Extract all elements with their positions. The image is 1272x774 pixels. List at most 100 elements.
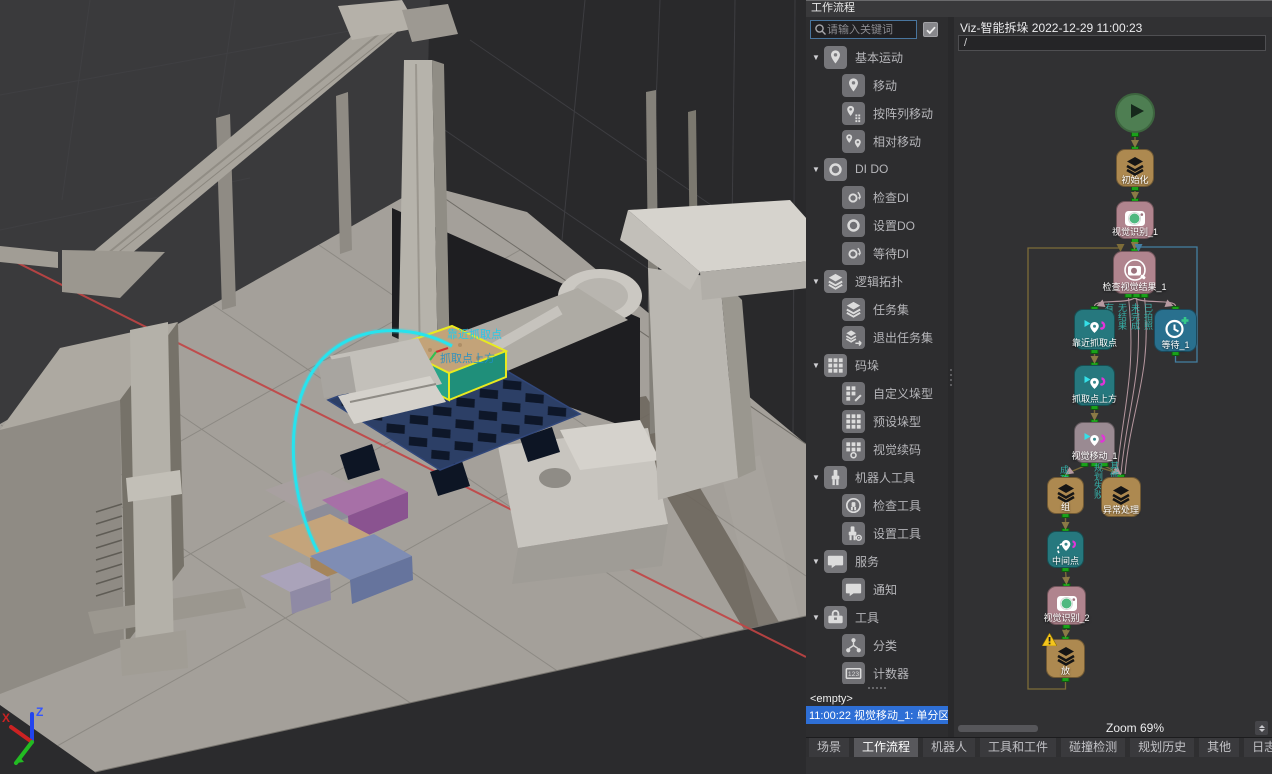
sidebar-group-6[interactable]: ▼ 工具: [806, 603, 948, 631]
sidebar-item-label: 等待DI: [873, 245, 909, 262]
workflow-canvas[interactable]: 有结果无结果未完成已拍照成功规划失败其他异常初始化视觉识别_1检查视觉结果_1靠…: [954, 51, 1272, 719]
sidebar-item-2-1[interactable]: 退出任务集: [806, 323, 948, 351]
node-vis2[interactable]: 视觉识别_2: [1047, 586, 1086, 625]
sidebar-item-6-0[interactable]: 分类: [806, 631, 948, 659]
node-near[interactable]: 靠近抓取点: [1074, 309, 1115, 350]
tab-0[interactable]: 场景: [809, 738, 849, 757]
sidebar-item-label: 设置DO: [873, 217, 915, 234]
sidebar-item-3-1[interactable]: 预设垛型: [806, 407, 948, 435]
message-log-entry[interactable]: 11:00:22 视觉移动_1: 单分区方形: [806, 706, 948, 724]
sidebar-group-label: 基本运动: [855, 49, 903, 66]
workflow-graph-column: Viz-智能拆垛 2022-12-29 11:00:23 / 有结果无结果未完成…: [954, 17, 1272, 737]
search-filter-checkbox[interactable]: [923, 22, 938, 37]
node-check[interactable]: 检查视觉结果_1: [1113, 251, 1156, 294]
search-input[interactable]: [827, 24, 909, 36]
search-icon: [814, 23, 827, 36]
collapse-arrow-icon[interactable]: ▼: [808, 165, 824, 174]
sidebar-item-0-1[interactable]: 按阵列移动: [806, 99, 948, 127]
sidebar-item-0-2[interactable]: 相对移动: [806, 127, 948, 155]
collapse-arrow-icon[interactable]: ▼: [808, 277, 824, 286]
sidebar-item-label: 通知: [873, 581, 897, 598]
tab-4[interactable]: 碰撞检测: [1061, 738, 1125, 757]
tab-7[interactable]: 日志: [1244, 738, 1272, 757]
collapse-arrow-icon[interactable]: ▼: [808, 557, 824, 566]
sidebar-item-label: 退出任务集: [873, 329, 933, 346]
warning-icon: [1042, 633, 1057, 651]
zoom-level: Zoom 69%: [1106, 721, 1164, 735]
project-title: Viz-智能拆垛 2022-12-29 11:00:23: [954, 17, 1272, 33]
node-vmove[interactable]: 视觉移动_1: [1074, 422, 1115, 463]
di-arrow-icon: [842, 242, 865, 265]
collapse-arrow-icon[interactable]: ▼: [808, 613, 824, 622]
sidebar-item-5-0[interactable]: 通知: [806, 575, 948, 603]
sidebar-item-label: 预设垛型: [873, 413, 921, 430]
tab-5[interactable]: 规划历史: [1130, 738, 1194, 757]
sidebar-item-4-1[interactable]: 设置工具: [806, 519, 948, 547]
pin-grid-icon: [842, 102, 865, 125]
node-except[interactable]: 异常处理: [1101, 477, 1141, 517]
sidebar-item-4-0[interactable]: 检查工具: [806, 491, 948, 519]
sidebar-item-1-0[interactable]: 检查DI: [806, 183, 948, 211]
sidebar-item-1-1[interactable]: 设置DO: [806, 211, 948, 239]
step-library-column: ▼ 基本运动 移动 按阵列移动 相对移动▼ DI DO 检查DI 设置DO 等待…: [806, 17, 948, 737]
node-label: 中间点: [1052, 554, 1079, 567]
node-wait[interactable]: 等待_1: [1154, 309, 1197, 352]
search-box[interactable]: [810, 20, 917, 39]
pallet-grid-icon: [824, 354, 847, 377]
node-init[interactable]: 初始化: [1116, 149, 1154, 187]
node-label: 组: [1061, 500, 1070, 513]
sidebar-group-5[interactable]: ▼ 服务: [806, 547, 948, 575]
layers-icon: [842, 298, 865, 321]
counter-icon: 123: [842, 662, 865, 685]
sidebar-group-label: 码垛: [855, 357, 879, 374]
3d-scene: 靠近抓取点 抓取点上方 Z X: [0, 0, 806, 774]
axis-z-label: Z: [36, 705, 43, 719]
layers-exit-icon: [842, 326, 865, 349]
collapse-arrow-icon[interactable]: ▼: [808, 361, 824, 370]
tab-6[interactable]: 其他: [1199, 738, 1239, 757]
checkmark-icon: [925, 24, 937, 36]
sidebar-group-1[interactable]: ▼ DI DO: [806, 155, 948, 183]
zoom-slider[interactable]: [958, 725, 1038, 732]
sidebar-group-4[interactable]: ▼ 机器人工具: [806, 463, 948, 491]
horizontal-splitter[interactable]: [806, 684, 948, 691]
tab-1[interactable]: 工作流程: [854, 738, 918, 757]
node-group1[interactable]: 组: [1047, 477, 1084, 514]
node-vis1[interactable]: 视觉识别_1: [1116, 201, 1154, 239]
ring-icon: [842, 214, 865, 237]
collapse-arrow-icon[interactable]: ▼: [808, 473, 824, 482]
sidebar-item-0-0[interactable]: 移动: [806, 71, 948, 99]
node-label: 放: [1061, 664, 1070, 677]
sidebar-group-label: 服务: [855, 553, 879, 570]
svg-text:已拍照: 已拍照: [1143, 303, 1153, 331]
workflow-panel: 工作流程 ▼: [806, 0, 1272, 774]
node-mid[interactable]: 中间点: [1047, 531, 1084, 568]
sidebar-item-3-2[interactable]: 视觉续码: [806, 435, 948, 463]
breadcrumb[interactable]: /: [958, 35, 1266, 51]
pallet-grid-icon: [842, 410, 865, 433]
node-above[interactable]: 抓取点上方: [1074, 365, 1115, 406]
sidebar-item-2-0[interactable]: 任务集: [806, 295, 948, 323]
tab-2[interactable]: 机器人: [923, 738, 975, 757]
sidebar-group-3[interactable]: ▼ 码垛: [806, 351, 948, 379]
sidebar-item-3-0[interactable]: 自定义垛型: [806, 379, 948, 407]
sidebar-group-2[interactable]: ▼ 逻辑拓扑: [806, 267, 948, 295]
3d-viewport[interactable]: 靠近抓取点 抓取点上方 Z X: [0, 0, 806, 774]
sidebar-group-0[interactable]: ▼ 基本运动: [806, 43, 948, 71]
sidebar-group-label: 工具: [855, 609, 879, 626]
bottom-tabbar: 场景工作流程机器人工具和工件碰撞检测规划历史其他日志: [806, 737, 1272, 757]
node-label: 等待_1: [1161, 338, 1189, 351]
zoom-spinner[interactable]: [1255, 721, 1268, 735]
sidebar-item-1-2[interactable]: 等待DI: [806, 239, 948, 267]
node-start[interactable]: [1115, 93, 1155, 133]
sidebar-item-label: 检查工具: [873, 497, 921, 514]
svg-text:123: 123: [848, 671, 859, 678]
node-label: 初始化: [1121, 173, 1148, 186]
collapse-arrow-icon[interactable]: ▼: [808, 53, 824, 62]
tab-3[interactable]: 工具和工件: [980, 738, 1056, 757]
sidebar-item-6-1[interactable]: 123 计数器: [806, 659, 948, 684]
tool-set-icon: [842, 522, 865, 545]
sidebar-item-label: 按阵列移动: [873, 105, 933, 122]
application-window: 靠近抓取点 抓取点上方 Z X 工作流程: [0, 0, 1272, 774]
sidebar-item-label: 设置工具: [873, 525, 921, 542]
